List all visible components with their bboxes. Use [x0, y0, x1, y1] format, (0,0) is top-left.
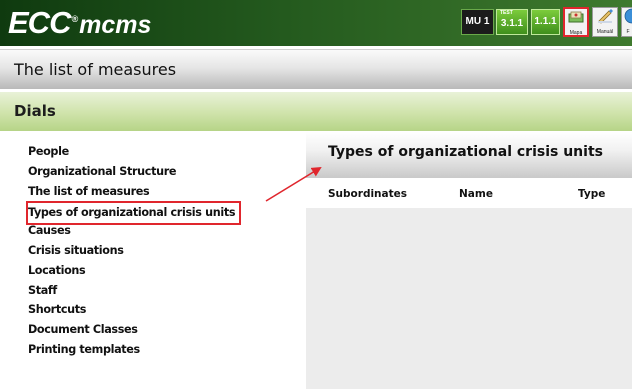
version-button[interactable]: 1.1.1	[531, 9, 560, 35]
panel-title: Types of organizational crisis units	[328, 144, 603, 160]
logo-registered-mark: ®	[71, 14, 79, 24]
app-logo[interactable]: ECC®mcms	[8, 6, 151, 40]
test-version-tag: TEST	[500, 10, 513, 16]
dials-menu: People Organizational Structure The list…	[25, 142, 278, 360]
manual-button[interactable]: Manuál	[592, 7, 618, 37]
menu-item-staff[interactable]: Staff	[28, 281, 278, 301]
test-version-button[interactable]: TEST 3.1.1	[496, 9, 528, 35]
menu-item-printing-templates[interactable]: Printing templates	[28, 340, 278, 360]
menu-item-crisis-situations[interactable]: Crisis situations	[28, 241, 278, 261]
menu-item-list-of-measures[interactable]: The list of measures	[28, 182, 278, 202]
measures-title-bar: The list of measures	[0, 49, 632, 89]
more-button-label: F	[626, 29, 630, 35]
map-button[interactable]: Mapa	[563, 7, 589, 37]
dials-title-bar: Dials	[0, 92, 632, 131]
pencil-icon	[593, 8, 617, 28]
menu-item-locations[interactable]: Locations	[28, 261, 278, 281]
top-header-bar: ECC®mcms MU 1 TEST 3.1.1 1.1.1 Mapa Manu…	[0, 0, 632, 46]
menu-item-organizational-structure[interactable]: Organizational Structure	[28, 162, 278, 182]
panel-header: Types of organizational crisis units	[306, 132, 632, 178]
logo-mcms-text: mcms	[79, 11, 152, 39]
column-header-subordinates[interactable]: Subordinates	[328, 188, 407, 200]
menu-item-document-classes[interactable]: Document Classes	[28, 320, 278, 340]
menu-item-causes[interactable]: Causes	[28, 221, 278, 241]
measures-title: The list of measures	[14, 60, 177, 79]
more-button[interactable]: F	[621, 7, 632, 37]
globe-icon	[622, 8, 632, 28]
table-header-row: Subordinates Name Type	[306, 178, 632, 208]
crisis-units-panel: Types of organizational crisis units Sub…	[306, 132, 632, 389]
menu-item-shortcuts[interactable]: Shortcuts	[28, 300, 278, 320]
map-button-label: Mapa	[569, 30, 583, 36]
mu-unit-button[interactable]: MU 1	[461, 9, 494, 35]
dials-title: Dials	[14, 102, 56, 120]
map-icon	[565, 9, 587, 29]
logo-ecc-text: ECC	[8, 5, 71, 40]
table-body	[306, 208, 632, 389]
column-header-type[interactable]: Type	[578, 188, 605, 200]
menu-item-people[interactable]: People	[28, 142, 278, 162]
column-header-name[interactable]: Name	[459, 188, 493, 200]
manual-button-label: Manuál	[596, 29, 614, 35]
test-version-number: 3.1.1	[500, 18, 524, 29]
